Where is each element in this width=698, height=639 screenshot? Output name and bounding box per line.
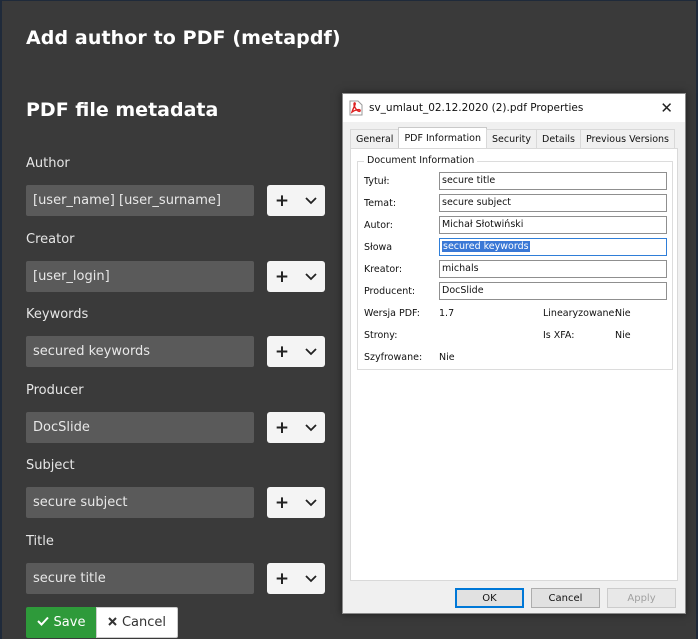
pdf-file-icon [349,100,363,116]
chevron-down-icon[interactable] [300,191,322,211]
field-label-creator: Creator [26,232,75,247]
subject-input[interactable]: secure subject [26,487,254,518]
cancel-button[interactable]: Cancel [96,607,178,638]
producer-add-button[interactable]: + [270,418,294,438]
prop-creator-field[interactable]: michals [439,260,667,278]
chevron-down-icon[interactable] [300,569,322,589]
dialog-cancel-button[interactable]: Cancel [531,588,600,608]
prop-label-creator: Kreator: [364,264,403,275]
chevron-down-icon[interactable] [300,342,322,362]
field-label-producer: Producer [26,383,84,398]
pages-label: Strony: [364,330,398,341]
field-label-subject: Subject [26,458,75,473]
dialog-titlebar[interactable]: sv_umlaut_02.12.2020 (2).pdf Properties … [343,94,685,122]
field-label-keywords: Keywords [26,307,89,322]
save-button[interactable]: Save [26,607,96,638]
ok-button[interactable]: OK [455,588,524,608]
prop-label-title: Tytuł: [364,176,390,187]
keywords-actions: + [267,336,325,367]
encrypted-label: Szyfrowane: [364,352,423,363]
pdf-version-value: 1.7 [439,308,455,319]
prop-label-subject: Temat: [364,198,397,209]
tab-details[interactable]: Details [536,129,581,148]
tab-previous-versions[interactable]: Previous Versions [579,129,675,148]
author-input[interactable]: [user_name] [user_surname] [26,185,254,216]
check-icon [36,615,49,630]
tab-general[interactable]: General [350,129,400,148]
creator-add-button[interactable]: + [270,267,294,287]
save-button-label: Save [53,615,86,630]
linearized-value: Nie [615,308,631,319]
keywords-input[interactable]: secured keywords [26,336,254,367]
chevron-down-icon[interactable] [300,267,322,287]
section-title: PDF file metadata [26,99,219,121]
prop-producer-field[interactable]: DocSlide [439,282,667,300]
prop-title-field[interactable]: secure title [439,172,667,190]
title-add-button[interactable]: + [270,569,294,589]
close-icon[interactable]: ✕ [660,99,673,117]
field-label-author: Author [26,156,70,171]
creator-actions: + [267,261,325,292]
apply-button: Apply [607,588,676,608]
dialog-title: sv_umlaut_02.12.2020 (2).pdf Properties [369,102,584,114]
encrypted-value: Nie [439,352,455,363]
author-actions: + [267,185,325,216]
prop-keywords-field[interactable]: secured keywords [439,238,667,256]
tab-panel: Document Information Tytuł: secure title… [350,148,678,581]
chevron-down-icon[interactable] [300,418,322,438]
page-title: Add author to PDF (metapdf) [26,27,341,49]
xfa-label: Is XFA: [543,330,575,341]
producer-actions: + [267,412,325,443]
prop-label-author: Autor: [364,220,393,231]
prop-label-keywords: Słowa [364,242,393,253]
subject-add-button[interactable]: + [270,493,294,513]
prop-subject-field[interactable]: secure subject [439,194,667,212]
selected-text: secured keywords [442,241,530,252]
prop-author-field[interactable]: Michał Słotwiński [439,216,667,234]
cancel-button-label: Cancel [121,615,167,630]
producer-input[interactable]: DocSlide [26,412,254,443]
xfa-value: Nie [615,330,631,341]
dialog-tabs: General PDF Information Security Details… [350,127,675,149]
linearized-label: Linearyzowane: [543,308,618,319]
properties-dialog: sv_umlaut_02.12.2020 (2).pdf Properties … [342,93,686,614]
keywords-add-button[interactable]: + [270,342,294,362]
creator-input[interactable]: [user_login] [26,261,254,292]
prop-label-producer: Producent: [364,286,416,297]
title-actions: + [267,563,325,594]
pdf-version-label: Wersja PDF: [364,308,420,319]
tab-pdf-information[interactable]: PDF Information [398,127,487,148]
close-icon [108,615,117,630]
field-label-title: Title [26,534,54,549]
document-information-group: Document Information Tytuł: secure title… [357,155,673,370]
chevron-down-icon[interactable] [300,493,322,513]
title-input[interactable]: secure title [26,563,254,594]
subject-actions: + [267,487,325,518]
tab-security[interactable]: Security [485,129,537,148]
group-label: Document Information [364,155,478,166]
author-add-button[interactable]: + [270,191,294,211]
